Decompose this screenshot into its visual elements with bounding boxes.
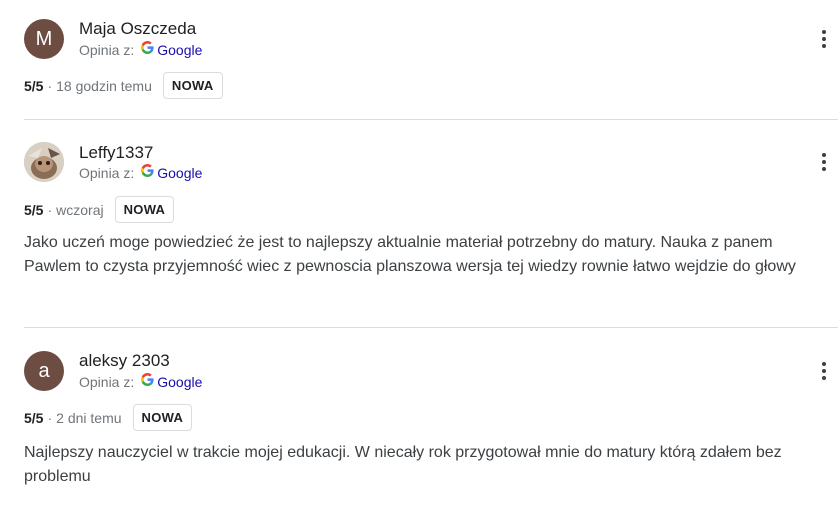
reviewer-name[interactable]: Maja Oszczeda [79,19,196,39]
review-text: Jako uczeń moge powiedzieć że jest to na… [24,234,796,275]
review-meta: 5/5 · wczoraj NOWA [24,196,175,223]
review-meta: 5/5 · 2 dni temu NOWA [24,404,193,431]
source-name[interactable]: Google [157,374,202,390]
more-options-button[interactable] [814,27,834,51]
separator-dot: · [47,409,53,426]
source-label: Opinia z: [79,164,135,181]
separator-dot: · [47,201,53,218]
avatar[interactable]: a [24,351,64,391]
review-time: 2 dni temu [56,409,122,426]
source-label: Opinia z: [79,41,135,58]
source-label: Opinia z: [79,373,135,390]
more-options-button[interactable] [814,150,834,174]
more-vert-icon [822,362,826,366]
google-g-icon [141,41,154,58]
google-g-icon [141,373,154,390]
separator-dot: · [47,77,53,94]
reviewer-name[interactable]: Leffy1337 [79,143,153,163]
new-badge: NOWA [162,72,223,99]
review-source: Opinia z: Google [79,164,202,181]
avatar-photo [24,142,64,182]
divider [24,119,838,120]
review-time: wczoraj [56,201,104,218]
review-time: 18 godzin temu [56,77,152,94]
rating: 5/5 [24,409,44,426]
avatar[interactable] [24,142,64,182]
review-text: Najlepszy nauczyciel w trakcie mojej edu… [24,444,782,485]
avatar[interactable]: M [24,19,64,59]
rating: 5/5 [24,77,44,94]
review-source: Opinia z: Google [79,373,202,390]
more-options-button[interactable] [814,359,834,383]
new-badge: NOWA [132,404,193,431]
review-meta: 5/5 · 18 godzin temu NOWA [24,72,223,99]
source-name[interactable]: Google [157,42,202,58]
more-vert-icon [822,30,826,34]
divider [24,327,838,328]
source-name[interactable]: Google [157,165,202,181]
rating: 5/5 [24,201,44,218]
reviewer-name[interactable]: aleksy 2303 [79,351,170,371]
more-vert-icon [822,153,826,157]
review-source: Opinia z: Google [79,41,202,58]
google-g-icon [141,164,154,181]
new-badge: NOWA [114,196,175,223]
